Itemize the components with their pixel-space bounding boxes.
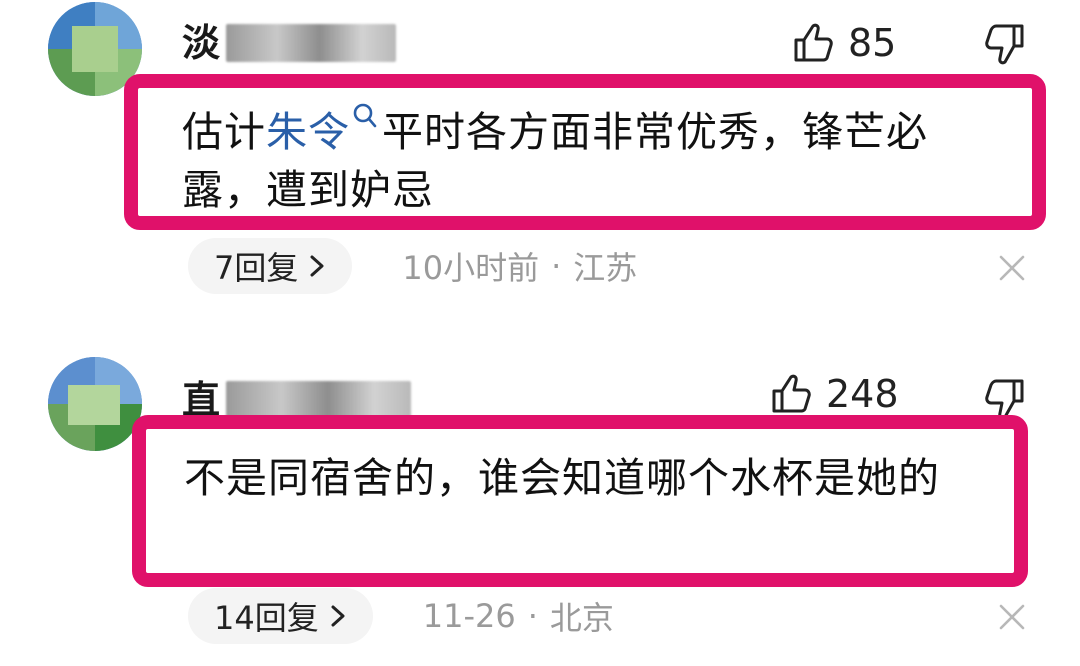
close-icon[interactable] — [998, 254, 1026, 282]
comment-list: 淡 85 估计朱令 平时各方面非常优秀，锋芒必露，遭到妒忌 7回复 10小时前 … — [0, 0, 1080, 666]
comment-item: 淡 85 估计朱令 平时各方面非常优秀，锋芒必露，遭到妒忌 7回复 10小时前 … — [0, 0, 1080, 320]
close-icon[interactable] — [998, 603, 1026, 631]
chevron-right-icon — [331, 605, 345, 627]
thumb-down-icon[interactable] — [984, 22, 1026, 68]
keyword-link[interactable]: 朱令 — [266, 108, 350, 156]
view-replies-button[interactable]: 7回复 — [188, 238, 353, 294]
timestamp: 10小时前 — [402, 249, 540, 287]
comment-body-text: 估计 — [182, 108, 266, 156]
like-count: 248 — [826, 372, 899, 416]
like-button[interactable]: 248 — [770, 371, 899, 417]
reply-count: 7回复 — [214, 249, 299, 287]
comment-body: 估计朱令 平时各方面非常优秀，锋芒必露，遭到妒忌 — [182, 102, 1002, 219]
comment-item: 直 248 不是同宿舍的，谁会知道哪个水杯是她的 14回复 11-26 · 北京 — [0, 345, 1080, 666]
highlight-box: 不是同宿舍的，谁会知道哪个水杯是她的 — [132, 415, 1028, 587]
avatar[interactable] — [48, 357, 142, 451]
like-count: 85 — [848, 21, 897, 65]
meta-separator: · — [527, 597, 538, 635]
reply-row: 7回复 10小时前 · 江苏 — [188, 238, 637, 294]
username-text: 淡 — [182, 21, 221, 65]
comment-meta: 11-26 · 北京 — [423, 593, 614, 639]
view-replies-button[interactable]: 14回复 — [188, 588, 373, 644]
username[interactable]: 淡 — [182, 18, 397, 68]
thumb-up-icon — [772, 374, 811, 413]
reply-row: 14回复 11-26 · 北京 — [188, 588, 614, 644]
meta-separator: · — [551, 247, 562, 285]
username-blur — [226, 24, 397, 62]
highlight-box: 估计朱令 平时各方面非常优秀，锋芒必露，遭到妒忌 — [124, 74, 1046, 230]
timestamp: 11-26 — [422, 597, 516, 635]
comment-meta: 10小时前 · 江苏 — [402, 243, 637, 289]
location: 江苏 — [573, 249, 638, 287]
thumb-up-icon — [794, 23, 833, 62]
location: 北京 — [549, 599, 614, 637]
chevron-right-icon — [310, 255, 324, 277]
username-blur — [226, 381, 412, 419]
like-button[interactable]: 85 — [792, 20, 896, 66]
reply-count: 14回复 — [214, 599, 319, 637]
search-icon[interactable] — [352, 102, 378, 132]
comment-body: 不是同宿舍的，谁会知道哪个水杯是她的 — [184, 454, 940, 502]
